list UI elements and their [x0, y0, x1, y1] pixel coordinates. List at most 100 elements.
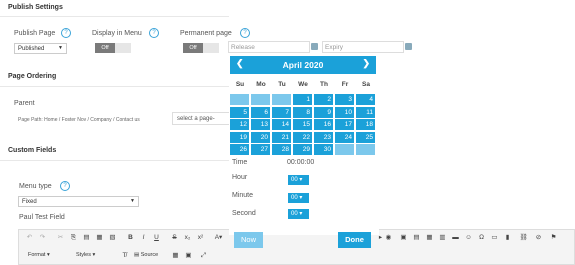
calendar-day[interactable]: 9 [314, 106, 333, 118]
help-icon[interactable]: ? [240, 28, 250, 38]
unlink-icon[interactable]: ⊘ [534, 233, 543, 242]
smiley-icon[interactable]: ☺ [464, 233, 473, 242]
calendar-day[interactable]: 26 [230, 144, 249, 155]
menu-type-select[interactable]: Fixed ▼ [18, 196, 139, 207]
minute-select[interactable]: 00 ▾ [288, 193, 309, 203]
calendar-day[interactable]: 3 [335, 94, 354, 105]
iframe-icon[interactable]: ▮ [503, 233, 512, 242]
release-date-input[interactable]: Release [228, 41, 310, 53]
dow-label: Tu [278, 81, 286, 88]
find-icon[interactable]: ▣ [184, 251, 193, 260]
copy-icon[interactable]: ⎘ [69, 233, 78, 242]
calendar-grid: 1 2 3 4 5 6 7 8 9 10 11 12 13 14 15 16 17 18 19 20 21 22 23 24 2… [230, 94, 376, 156]
dow-label: Mo [256, 81, 266, 88]
paste-icon[interactable]: ▤ [82, 233, 91, 242]
source-button[interactable]: ▤ Source [134, 252, 158, 258]
calendar-day[interactable]: 24 [335, 131, 354, 143]
next-month-icon[interactable]: ❯ [362, 58, 370, 69]
calendar-day[interactable]: 25 [356, 131, 375, 143]
breadcrumb-item[interactable]: Home [44, 117, 57, 123]
text-color-icon[interactable]: A▾ [214, 233, 223, 242]
calendar-day[interactable]: 28 [272, 144, 291, 155]
calendar-icon[interactable] [311, 43, 318, 50]
menu-type-value: Fixed [22, 199, 37, 205]
permanent-page-label: Permanent page [180, 30, 232, 37]
image-icon[interactable]: ▣ [399, 233, 408, 242]
calendar-day[interactable]: 10 [335, 106, 354, 118]
publish-page-select[interactable]: Published ▼ [14, 43, 67, 54]
undo-icon[interactable]: ↶ [25, 233, 34, 242]
help-icon[interactable]: ? [60, 181, 70, 191]
prev-month-icon[interactable]: ❮ [236, 58, 244, 69]
dow-label: We [298, 81, 308, 88]
cut-icon[interactable]: ✂ [56, 233, 65, 242]
calendar-day[interactable]: 30 [314, 144, 333, 155]
remove-format-icon[interactable]: T̸ [120, 251, 129, 260]
link-icon[interactable]: ⛓ [519, 233, 528, 242]
gallery-icon[interactable]: ▤ [412, 233, 421, 242]
help-icon[interactable]: ? [61, 28, 71, 38]
calendar-day[interactable]: 4 [356, 94, 375, 105]
calendar-day[interactable]: 29 [293, 144, 312, 155]
calendar-day[interactable]: 22 [293, 131, 312, 143]
maximize-icon[interactable]: ⤢ [199, 251, 208, 260]
calendar-day[interactable]: 14 [272, 119, 291, 130]
calendar-day[interactable]: 16 [314, 119, 333, 130]
bold-icon[interactable]: B [126, 233, 135, 242]
help-icon[interactable]: ? [149, 28, 159, 38]
anchor-icon[interactable]: ⚑ [549, 233, 558, 242]
now-button[interactable]: Now [234, 232, 263, 248]
display-in-menu-toggle[interactable]: Off [95, 43, 131, 53]
calendar-day[interactable]: 2 [314, 94, 333, 105]
calendar-day[interactable]: 13 [251, 119, 270, 130]
calendar-day[interactable]: 23 [314, 131, 333, 143]
calendar-day[interactable]: 18 [356, 119, 375, 130]
calendar-day[interactable]: 17 [335, 119, 354, 130]
superscript-icon[interactable]: x² [196, 233, 205, 242]
custom-fields-title: Custom Fields [8, 147, 57, 154]
calendar-day[interactable]: 19 [230, 131, 249, 143]
done-button[interactable]: Done [338, 232, 371, 248]
paste-text-icon[interactable]: ▦ [95, 233, 104, 242]
toggle-off-label: Off [95, 43, 115, 53]
minute-value: 00 [291, 195, 298, 201]
format-dropdown[interactable]: Format ▾ [28, 252, 50, 258]
media-icon[interactable]: ▦ [425, 233, 434, 242]
calendar-day[interactable]: 6 [251, 106, 270, 118]
dow-label: Fr [341, 81, 349, 88]
parent-page-select[interactable]: select a page- [172, 112, 230, 125]
breadcrumb-item[interactable]: Foster Nov [62, 117, 86, 123]
horizontal-rule-icon[interactable]: ▬ [451, 233, 460, 242]
calendar-day[interactable]: 15 [293, 119, 312, 130]
breadcrumb-item[interactable]: Contact us [116, 117, 140, 123]
calendar-day[interactable]: 27 [251, 144, 270, 155]
second-select[interactable]: 00 ▾ [288, 209, 309, 219]
special-char-icon[interactable]: Ω [477, 233, 486, 242]
table-icon[interactable]: ▥ [438, 233, 447, 242]
calendar-day[interactable]: 5 [230, 106, 249, 118]
styles-dropdown[interactable]: Styles ▾ [76, 252, 95, 258]
days-of-week: Su Mo Tu We Th Fr Sa [230, 81, 376, 91]
hour-select[interactable]: 00 ▾ [288, 175, 309, 185]
calendar-day[interactable]: 8 [293, 106, 312, 118]
page-break-icon[interactable]: ▭ [490, 233, 499, 242]
expiry-date-input[interactable]: Expiry [322, 41, 404, 53]
calendar-icon[interactable] [405, 43, 412, 50]
strikethrough-icon[interactable]: S [170, 233, 179, 242]
redo-icon[interactable]: ↷ [38, 233, 47, 242]
calendar-day[interactable]: 7 [272, 106, 291, 118]
flash-icon[interactable]: ◉ [384, 233, 393, 242]
calendar-day[interactable]: 12 [230, 119, 249, 130]
calendar-day[interactable]: 11 [356, 106, 375, 118]
calendar-day[interactable]: 21 [272, 131, 291, 143]
underline-icon[interactable]: U [152, 233, 161, 242]
permanent-page-toggle[interactable]: Off [183, 43, 219, 53]
subscript-icon[interactable]: x₂ [183, 233, 192, 242]
templates-icon[interactable]: ▦ [171, 251, 180, 260]
calendar-day[interactable]: 1 [293, 94, 312, 105]
italic-icon[interactable]: I [139, 233, 148, 242]
calendar-day[interactable]: 20 [251, 131, 270, 143]
paste-word-icon[interactable]: ▧ [108, 233, 117, 242]
breadcrumb-item[interactable]: Company [90, 117, 111, 123]
calendar-empty-cell [272, 94, 291, 105]
